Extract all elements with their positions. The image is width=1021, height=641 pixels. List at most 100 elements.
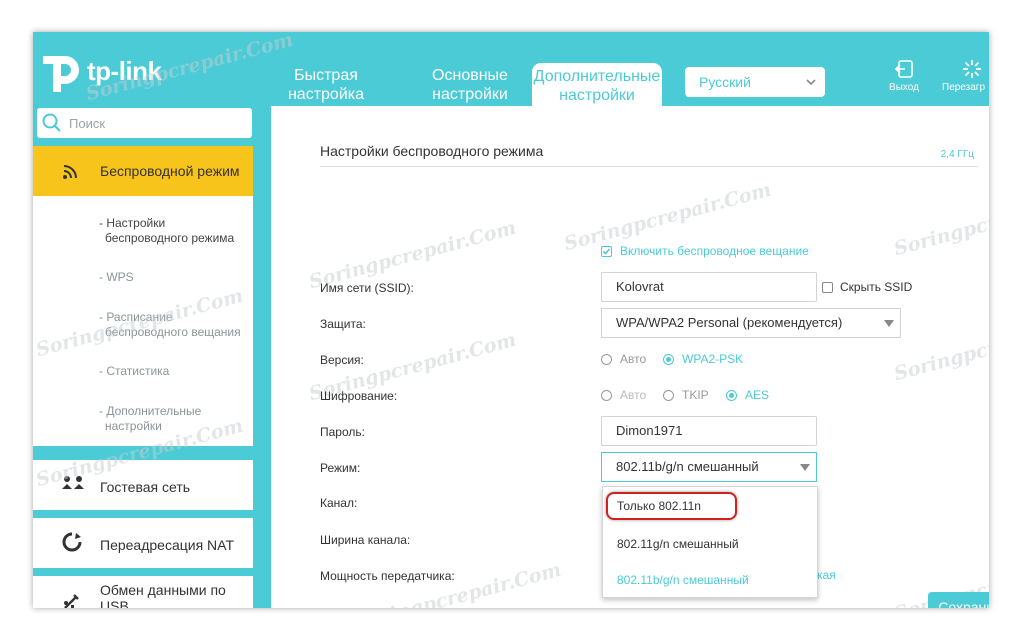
logo-text: tp-link xyxy=(87,56,162,86)
tx-power-value-partial: кая xyxy=(817,568,836,582)
enable-broadcast-label: Включить беспроводное вещание xyxy=(620,244,809,258)
mode-option-bgn-mixed[interactable]: 802.11b/g/n смешанный xyxy=(617,573,749,587)
language-select[interactable]: Русский xyxy=(685,67,825,97)
reboot-icon xyxy=(963,60,981,78)
router-admin-window: tp-link Быстрая настройка Основные настр… xyxy=(33,32,989,608)
ssid-label: Имя сети (SSID): xyxy=(320,281,414,295)
subitem-line1: - WPS xyxy=(99,270,134,284)
sidebar-subitem-statistics[interactable]: - Статистика xyxy=(99,364,249,379)
sidebar-section-wireless: Беспроводной режим - Настройки беспровод… xyxy=(33,146,253,446)
sidebar-item-guest-label: Гостевая сеть xyxy=(100,479,191,495)
watermark: Soringpcrepair.Com xyxy=(891,308,989,386)
tab-quick-setup[interactable]: Быстрая настройка xyxy=(271,66,381,106)
usb-icon xyxy=(64,594,79,608)
subitem-line2: беспроводного вещания xyxy=(105,325,241,339)
mode-value: 802.11b/g/n смешанный xyxy=(616,459,759,474)
watermark: Soringpcrepair.Com xyxy=(351,558,564,608)
tab-basic-line1: Основные xyxy=(432,67,508,84)
subitem-line1: - Настройки xyxy=(99,216,166,230)
subitem-line1: - Статистика xyxy=(99,364,170,378)
encryption-aes-label: AES xyxy=(745,388,770,402)
security-label: Защита: xyxy=(320,317,366,331)
channel-label: Канал: xyxy=(320,496,358,510)
tab-basic-line2: настройки xyxy=(432,86,508,103)
password-value: Dimon1971 xyxy=(616,423,683,438)
nat-forwarding-icon xyxy=(62,532,82,552)
sidebar-subitem-wps[interactable]: - WPS xyxy=(99,270,249,285)
subitem-line1: - Расписание xyxy=(99,310,173,324)
enable-broadcast-checkbox[interactable] xyxy=(601,246,612,257)
sidebar-item-guest-network[interactable]: Гостевая сеть xyxy=(33,460,253,510)
tp-link-logo: tp-link xyxy=(35,38,175,102)
sidebar-item-usb-label: Обмен данными по USB xyxy=(100,582,226,608)
ssid-input[interactable]: Kolovrat xyxy=(601,272,817,302)
version-label: Версия: xyxy=(320,353,364,367)
tp-link-logo-icon xyxy=(43,56,79,92)
sidebar-item-wireless-label: Беспроводной режим xyxy=(100,163,240,179)
subitem-line1: - Дополнительные xyxy=(99,404,202,418)
tab-advanced-line1: Дополнительные xyxy=(533,68,661,85)
mode-dropdown-list: Только 802.11n 802.11g/n смешанный 802.1… xyxy=(602,486,818,598)
encryption-aes-radio[interactable] xyxy=(726,390,737,401)
mode-option-gn-mixed[interactable]: 802.11g/n смешанный xyxy=(617,537,739,551)
channel-width-label: Ширина канала: xyxy=(320,533,411,547)
tab-advanced[interactable]: Дополнительные настройки xyxy=(532,63,662,106)
tx-power-label: Мощность передатчика: xyxy=(320,569,455,583)
ssid-value: Kolovrat xyxy=(616,279,664,294)
reboot-button[interactable]: Перезагр xyxy=(939,58,989,93)
logout-button[interactable]: Выход xyxy=(887,58,921,93)
password-input[interactable]: Dimon1971 xyxy=(601,416,817,446)
version-auto-radio[interactable] xyxy=(601,354,612,365)
security-select[interactable]: WPA/WPA2 Personal (рекомендуется) xyxy=(601,308,901,338)
check-icon xyxy=(602,248,611,255)
guest-network-icon xyxy=(62,476,84,489)
sidebar-item-nat-label: Переадресация NAT xyxy=(100,537,235,553)
subitem-line2: беспроводного режима xyxy=(105,231,235,245)
subitem-line2: настройки xyxy=(105,419,162,433)
usb-label-line2: USB xyxy=(100,598,129,608)
version-wpa2-radio[interactable] xyxy=(663,354,674,365)
usb-label-line1: Обмен данными по xyxy=(100,582,226,598)
version-auto-label: Авто xyxy=(620,352,647,366)
watermark: Soringpcrepair.Com xyxy=(891,183,989,261)
wireless-icon xyxy=(63,165,77,179)
reboot-label: Перезагр xyxy=(942,82,986,93)
tab-advanced-line2: настройки xyxy=(559,87,635,104)
security-value: WPA/WPA2 Personal (рекомендуется) xyxy=(616,315,843,330)
sidebar-subitem-advanced[interactable]: - Дополнительные настройки xyxy=(99,404,249,434)
dropdown-arrow-icon xyxy=(800,464,810,471)
language-value: Русский xyxy=(699,74,751,90)
main-panel: Soringpcrepair.Com Soringpcrepair.Com So… xyxy=(271,106,989,608)
version-wpa2-label: WPA2-PSK xyxy=(682,352,744,366)
sidebar-item-wireless[interactable]: Беспроводной режим xyxy=(33,146,253,196)
mode-option-n-only[interactable]: Только 802.11n xyxy=(617,499,701,513)
tab-basic[interactable]: Основные настройки xyxy=(415,66,525,106)
encryption-auto-label: Авто xyxy=(620,388,647,402)
band-label: 2,4 ГГц xyxy=(940,149,974,160)
logout-label: Выход xyxy=(889,82,919,93)
chevron-down-icon xyxy=(806,79,816,86)
encryption-tkip-label: TKIP xyxy=(682,388,709,402)
hide-ssid-checkbox[interactable] xyxy=(822,282,833,293)
encryption-auto-radio[interactable] xyxy=(601,390,612,401)
tab-quick-setup-line2: настройка xyxy=(287,86,365,103)
sidebar-item-usb-sharing[interactable]: Обмен данными по USB xyxy=(33,576,253,608)
sidebar-subitem-schedule[interactable]: - Расписание беспроводного вещания xyxy=(99,310,249,340)
sidebar-item-nat-forwarding[interactable]: Переадресация NAT xyxy=(33,518,253,568)
logout-icon xyxy=(894,60,913,78)
sidebar: Поиск Беспроводной режим - Настройки бес… xyxy=(33,106,261,608)
encryption-label: Шифрование: xyxy=(320,389,398,403)
search-placeholder: Поиск xyxy=(69,116,106,131)
mode-select[interactable]: 802.11b/g/n смешанный xyxy=(601,452,817,482)
encryption-tkip-radio[interactable] xyxy=(663,390,674,401)
hide-ssid-label: Скрыть SSID xyxy=(840,280,913,294)
sidebar-subitem-wireless-settings[interactable]: - Настройки беспроводного режима xyxy=(99,216,249,246)
search-icon xyxy=(42,113,61,132)
search-input[interactable]: Поиск xyxy=(37,108,252,138)
tab-quick-setup-line1: Быстрая xyxy=(294,67,358,84)
password-label: Пароль: xyxy=(320,425,365,439)
dropdown-arrow-icon xyxy=(884,320,894,327)
save-button[interactable]: Сохранить xyxy=(928,592,989,608)
section-title: Настройки беспроводного режима xyxy=(320,143,544,159)
mode-label: Режим: xyxy=(320,461,361,475)
